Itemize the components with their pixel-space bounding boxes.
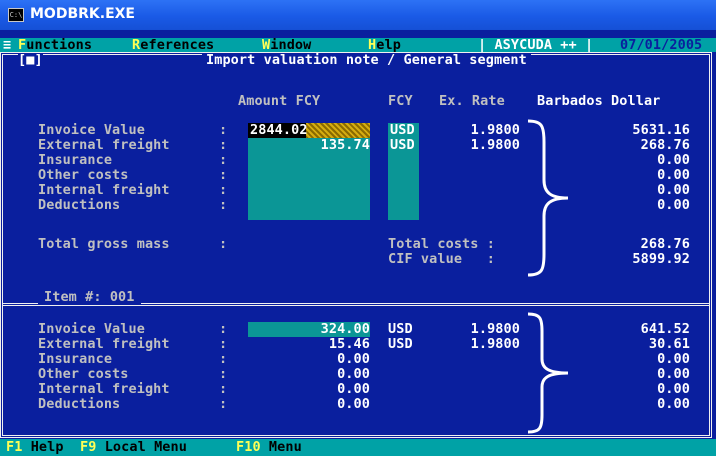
invoice-value-amount-input[interactable]: 2844.02 bbox=[250, 123, 308, 138]
row-label: Deductions bbox=[38, 396, 121, 412]
row-colon: : bbox=[219, 122, 228, 138]
menu-hotkey: F bbox=[18, 37, 27, 53]
row-local-value: 0.00 bbox=[657, 197, 690, 213]
row-local-value: 0.00 bbox=[657, 366, 690, 382]
window-close-icon[interactable]: [■] bbox=[18, 53, 43, 68]
row-label: Internal freight bbox=[38, 381, 170, 397]
menu-item-label: eferences bbox=[140, 37, 215, 53]
row-rate: 1.9800 bbox=[470, 137, 520, 153]
row-colon: : bbox=[219, 396, 228, 412]
status-key-help[interactable]: F1 Help bbox=[6, 440, 64, 455]
row-colon: : bbox=[219, 351, 228, 367]
row-local-value: 0.00 bbox=[657, 167, 690, 183]
row-label: Internal freight bbox=[38, 182, 170, 198]
app-name: | ASYCUDA ++ | bbox=[478, 37, 594, 53]
status-key-label: Help bbox=[30, 439, 64, 455]
item-number-header: Item #: 001 bbox=[38, 290, 141, 305]
row-colon: : bbox=[219, 197, 228, 213]
total-gross-mass-label: Total gross mass bbox=[38, 236, 170, 252]
status-key-menu[interactable]: F10 Menu bbox=[236, 440, 302, 455]
menu-item-window[interactable]: Window bbox=[262, 38, 311, 53]
row-fcy[interactable]: USD bbox=[390, 123, 415, 138]
system-menu-icon[interactable]: ≡ bbox=[3, 38, 11, 53]
menu-hotkey: R bbox=[132, 37, 141, 53]
header-ex-rate: Ex. Rate bbox=[439, 93, 505, 109]
row-local-value: 30.61 bbox=[648, 336, 690, 352]
row-label: Insurance bbox=[38, 152, 113, 168]
row-local-value: 0.00 bbox=[657, 396, 690, 412]
header-amount-fcy: Amount FCY bbox=[238, 93, 321, 109]
row-fcy[interactable]: USD bbox=[388, 322, 413, 337]
menu-hotkey: W bbox=[262, 37, 271, 53]
row-local-value: 0.00 bbox=[657, 152, 690, 168]
header-fcy: FCY bbox=[388, 93, 413, 109]
row-amount-input[interactable]: 324.00 bbox=[250, 322, 370, 337]
status-key: F1 bbox=[6, 439, 23, 455]
row-amount-input[interactable]: 0.00 bbox=[250, 382, 370, 397]
status-key-label: Menu bbox=[268, 439, 302, 455]
row-label: Invoice Value bbox=[38, 122, 145, 138]
status-key: F10 bbox=[236, 439, 261, 455]
amount-input-selection bbox=[306, 123, 370, 138]
row-label: Deductions bbox=[38, 197, 121, 213]
row-amount-input[interactable]: 0.00 bbox=[250, 397, 370, 412]
row-local-value: 5631.16 bbox=[632, 122, 690, 138]
system-date: 07/01/2005 bbox=[620, 37, 703, 53]
menu-item-label: indow bbox=[270, 37, 312, 53]
menu-bar bbox=[0, 38, 716, 52]
row-local-value: 268.76 bbox=[640, 137, 690, 153]
cif-value: 5899.92 bbox=[632, 251, 690, 267]
row-label: Other costs bbox=[38, 167, 129, 183]
status-key: F9 bbox=[80, 439, 97, 455]
row-rate: 1.9800 bbox=[470, 122, 520, 138]
row-local-value: 0.00 bbox=[657, 182, 690, 198]
menu-item-label: elp bbox=[376, 37, 401, 53]
row-amount-input[interactable]: 15.46 bbox=[250, 337, 370, 352]
row-local-value: 641.52 bbox=[640, 321, 690, 337]
status-key-local-menu[interactable]: F9 Local Menu bbox=[80, 440, 187, 455]
row-label: External freight bbox=[38, 137, 170, 153]
menu-item-help[interactable]: Help bbox=[368, 38, 401, 53]
brace-annotation-item bbox=[527, 312, 569, 434]
row-colon: : bbox=[219, 336, 228, 352]
row-label: Other costs bbox=[38, 366, 129, 382]
row-label: Invoice Value bbox=[38, 321, 145, 337]
console-icon[interactable]: C:\ bbox=[8, 8, 24, 22]
row-fcy[interactable]: USD bbox=[388, 337, 413, 352]
status-key-label: Local Menu bbox=[104, 439, 187, 455]
total-gross-mass-colon: : bbox=[219, 236, 228, 252]
console-area: ≡ Functions References Window Help | ASY… bbox=[0, 30, 716, 456]
window-titlebar[interactable]: C:\ MODBRK.EXE bbox=[0, 0, 716, 30]
row-colon: : bbox=[219, 381, 228, 397]
brace-annotation-general bbox=[527, 119, 569, 277]
row-label: External freight bbox=[38, 336, 170, 352]
row-label: Insurance bbox=[38, 351, 113, 367]
menu-item-functions[interactable]: Functions bbox=[18, 38, 92, 53]
menu-item-references[interactable]: References bbox=[132, 38, 214, 53]
row-local-value: 0.00 bbox=[657, 351, 690, 367]
header-local-currency: Barbados Dollar bbox=[537, 93, 661, 109]
row-colon: : bbox=[219, 152, 228, 168]
form-title: Import valuation note / General segment bbox=[202, 53, 531, 68]
row-colon: : bbox=[219, 321, 228, 337]
total-costs-label: Total costs : bbox=[388, 236, 495, 252]
row-colon: : bbox=[219, 182, 228, 198]
row-amount-input[interactable]: 135.74 bbox=[250, 138, 370, 153]
window-title: MODBRK.EXE bbox=[30, 6, 135, 22]
row-amount-input[interactable]: 0.00 bbox=[250, 367, 370, 382]
menu-item-label: unctions bbox=[26, 37, 93, 53]
row-rate: 1.9800 bbox=[470, 336, 520, 352]
row-rate: 1.9800 bbox=[470, 321, 520, 337]
row-fcy[interactable]: USD bbox=[390, 138, 415, 153]
menu-hotkey: H bbox=[368, 37, 377, 53]
row-colon: : bbox=[219, 366, 228, 382]
row-local-value: 0.00 bbox=[657, 381, 690, 397]
cif-value-label: CIF value : bbox=[388, 251, 495, 267]
row-colon: : bbox=[219, 137, 228, 153]
row-amount-input[interactable]: 0.00 bbox=[250, 352, 370, 367]
row-colon: : bbox=[219, 167, 228, 183]
total-costs-value: 268.76 bbox=[640, 236, 690, 252]
